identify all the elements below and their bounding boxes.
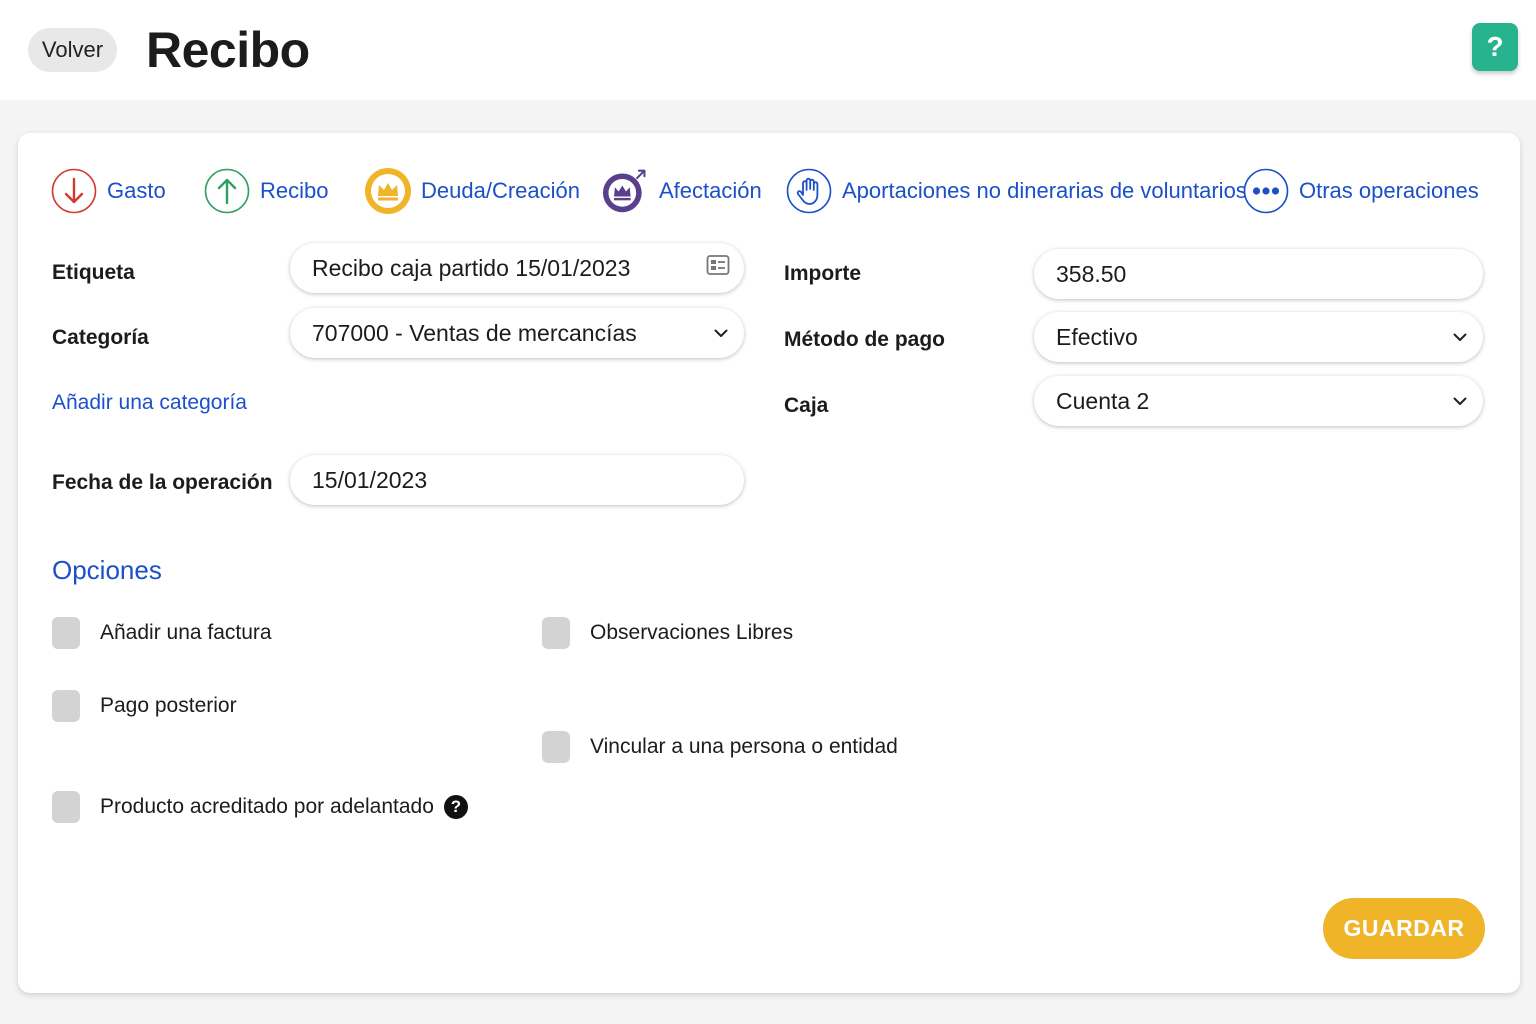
option-label: Pago posterior [100,694,237,717]
importe-value: 358.50 [1056,260,1127,287]
fecha-label: Fecha de la operación [52,471,273,494]
option-pago-posterior[interactable]: Pago posterior [52,690,237,722]
tab-gasto-label: Gasto [107,178,166,203]
page-title: Recibo [146,22,310,78]
option-anadir-factura[interactable]: Añadir una factura [52,617,272,649]
chevron-down-icon [1451,392,1469,410]
checkbox[interactable] [52,617,80,649]
tab-afectacion-label: Afectación [659,178,762,203]
categoria-select[interactable]: 707000 - Ventas de mercancías [290,308,744,358]
option-observaciones-libres[interactable]: Observaciones Libres [542,617,793,649]
tab-afectacion[interactable]: Afectación [602,167,762,215]
metodo-pago-label: Método de pago [784,328,945,351]
add-category-link[interactable]: Añadir una categoría [52,391,247,415]
checkbox[interactable] [52,690,80,722]
hand-icon [785,167,833,215]
tab-otras-operaciones-label: Otras operaciones [1299,178,1479,203]
caja-label: Caja [784,394,829,417]
more-dots-icon [1242,167,1290,215]
etiqueta-input[interactable]: Recibo caja partido 15/01/2023 [290,243,744,293]
metodo-pago-value: Efectivo [1056,323,1138,350]
tab-aportaciones-label: Aportaciones no dinerarias de voluntario… [842,178,1247,203]
chevron-down-icon [1451,328,1469,346]
fecha-input[interactable]: 15/01/2023 [290,455,744,505]
question-icon: ? [1486,31,1504,62]
etiqueta-value: Recibo caja partido 15/01/2023 [312,254,631,281]
option-producto-acreditado[interactable]: Producto acreditado por adelantado ? [52,791,468,823]
tab-otras-operaciones[interactable]: Otras operaciones [1242,167,1479,215]
option-label: Producto acreditado por adelantado [100,795,434,818]
chevron-down-icon [712,324,730,342]
tab-deuda-creacion[interactable]: Deuda/Creación [364,167,580,215]
help-circle-icon[interactable]: ? [443,795,468,819]
checkbox[interactable] [52,791,80,823]
tab-recibo[interactable]: Recibo [203,167,328,215]
arrow-down-icon [50,167,98,215]
importe-input[interactable]: 358.50 [1034,249,1483,299]
tab-gasto[interactable]: Gasto [50,167,166,215]
categoria-label: Categoría [52,326,149,349]
option-vincular-persona[interactable]: Vincular a una persona o entidad [542,731,898,763]
categoria-value: 707000 - Ventas de mercancías [312,319,637,346]
save-button[interactable]: GUARDAR [1323,898,1485,959]
top-bar: Volver Recibo ? [0,0,1536,100]
options-title: Opciones [52,555,162,585]
caja-select[interactable]: Cuenta 2 [1034,376,1483,426]
option-label: Añadir una factura [100,621,272,644]
checkbox[interactable] [542,731,570,763]
contact-card-icon[interactable] [706,254,730,282]
metodo-pago-select[interactable]: Efectivo [1034,312,1483,362]
help-button[interactable]: ? [1472,23,1518,71]
form-card: Gasto Recibo Deuda/Creación Afectación A… [18,133,1520,993]
crown-icon [364,167,412,215]
tab-deuda-creacion-label: Deuda/Creación [421,178,580,203]
tab-aportaciones[interactable]: Aportaciones no dinerarias de voluntario… [785,167,1247,215]
back-button[interactable]: Volver [28,28,117,72]
tab-recibo-label: Recibo [260,178,329,203]
option-label: Vincular a una persona o entidad [590,735,898,758]
arrow-up-icon [203,167,251,215]
checkbox[interactable] [542,617,570,649]
crown-arrow-icon [602,167,650,215]
importe-label: Importe [784,262,862,285]
caja-value: Cuenta 2 [1056,387,1150,414]
fecha-value: 15/01/2023 [312,466,428,493]
etiqueta-label: Etiqueta [52,261,135,284]
option-label: Observaciones Libres [590,621,794,644]
